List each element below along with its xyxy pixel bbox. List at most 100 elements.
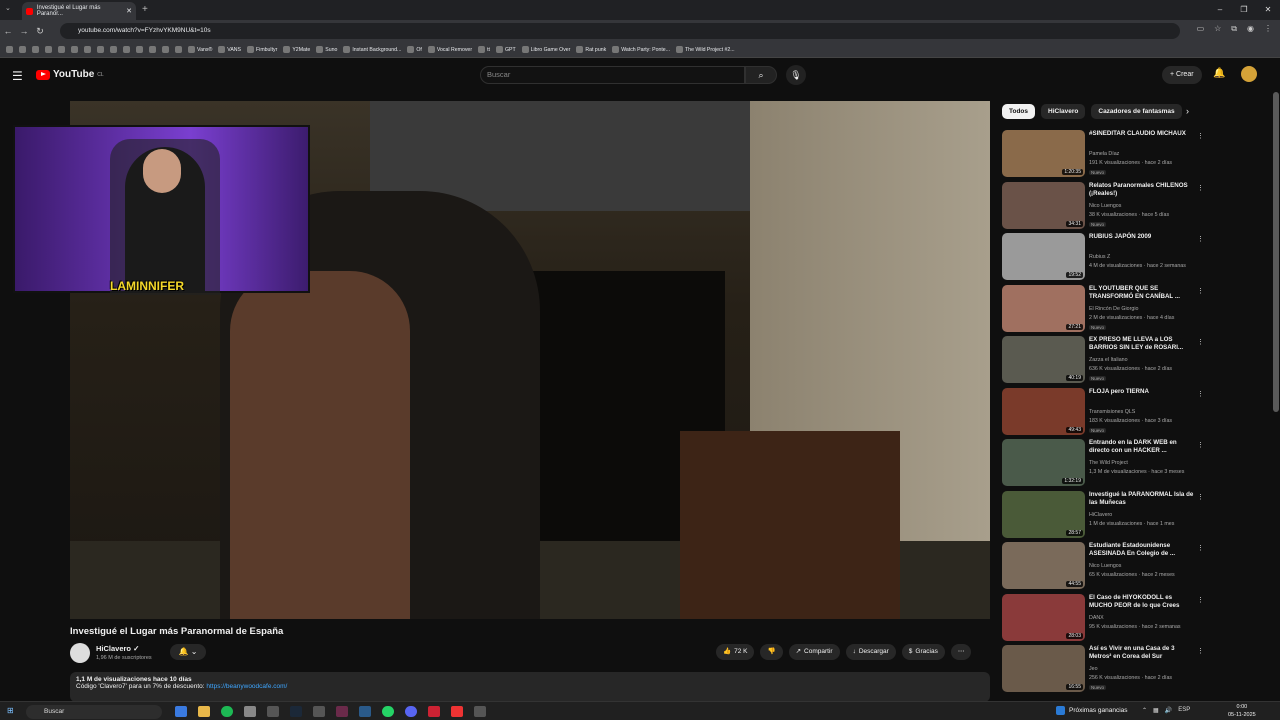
discord-icon[interactable] bbox=[405, 706, 417, 717]
back-icon[interactable]: ← bbox=[0, 26, 16, 36]
recommended-video[interactable]: 34:31 Relatos Paranormales CHILENOS (¡Rea… bbox=[1002, 181, 1204, 232]
bookmark-item[interactable]: Rat punk bbox=[576, 46, 606, 53]
notification-toggle-button[interactable]: 🔔 ⌄ bbox=[170, 644, 206, 660]
bookmark-item[interactable]: Fimbultyr bbox=[247, 46, 277, 53]
video-title[interactable]: Estudiante Estadounidense ASESINADA En C… bbox=[1089, 542, 1194, 558]
bookmark-item[interactable]: VANS bbox=[218, 46, 241, 53]
channel-name[interactable]: DANX bbox=[1089, 615, 1104, 621]
channel-name[interactable]: Nico Luengos bbox=[1089, 203, 1121, 209]
share-button[interactable]: ↗ Compartir bbox=[788, 644, 840, 660]
download-button[interactable]: ↓ Descargar bbox=[845, 644, 896, 660]
bookmark-icon[interactable] bbox=[45, 46, 52, 53]
bookmark-item[interactable]: Suno bbox=[316, 46, 337, 53]
bookmark-icon[interactable] bbox=[136, 46, 143, 53]
news-widget[interactable]: Próximas ganancias bbox=[1056, 706, 1128, 715]
video-thumbnail[interactable]: 1:20:35 bbox=[1002, 130, 1085, 177]
bookmark-icon[interactable] bbox=[19, 46, 26, 53]
more-options-icon[interactable]: ⋮ bbox=[1197, 235, 1204, 243]
video-thumbnail[interactable]: 1:32:19 bbox=[1002, 439, 1085, 486]
tray-chevron-icon[interactable]: ⌃ bbox=[1142, 707, 1147, 714]
channel-name[interactable]: Zazza el Italiano bbox=[1089, 357, 1128, 363]
filter-chip[interactable]: Todos bbox=[1002, 104, 1036, 119]
extensions-icon[interactable]: ⧉ bbox=[1231, 24, 1237, 34]
more-options-icon[interactable]: ⋮ bbox=[1197, 338, 1204, 346]
video-thumbnail[interactable]: 19:52 bbox=[1002, 233, 1085, 280]
bookmark-item[interactable]: Vocal Remover bbox=[427, 46, 472, 53]
new-tab-icon[interactable]: + bbox=[142, 4, 148, 15]
more-options-icon[interactable]: ⋮ bbox=[1197, 441, 1204, 449]
recommended-video[interactable]: 16:55 Así es Vivir en una Casa de 3 Metro… bbox=[1002, 645, 1204, 695]
video-thumbnail[interactable]: 28:03 bbox=[1002, 593, 1085, 641]
more-options-icon[interactable]: ⋮ bbox=[1197, 132, 1204, 140]
bookmark-item[interactable]: Vans® bbox=[188, 46, 212, 53]
recommended-video[interactable]: 28:03 El Caso de HIYOKODOLL es MUCHO PEOR… bbox=[1002, 593, 1204, 644]
app-icon[interactable] bbox=[474, 706, 486, 717]
video-title[interactable]: Entrando en la DARK WEB en directo con u… bbox=[1089, 439, 1194, 455]
bookmark-icon[interactable] bbox=[6, 46, 13, 53]
account-avatar[interactable] bbox=[1241, 66, 1257, 82]
channel-name[interactable]: El Rincón De Giorgio bbox=[1089, 306, 1138, 312]
video-thumbnail[interactable]: 34:31 bbox=[1002, 181, 1085, 229]
clock[interactable]: 0:00 05-11-2025 bbox=[1228, 703, 1256, 719]
maximize-icon[interactable]: ❐ bbox=[1232, 0, 1256, 20]
chevron-right-icon[interactable]: › bbox=[1186, 106, 1189, 116]
app-icon[interactable] bbox=[313, 706, 325, 717]
video-thumbnail[interactable]: 27:21 bbox=[1002, 284, 1085, 332]
menu-icon[interactable]: ☰ bbox=[12, 69, 23, 83]
close-window-icon[interactable]: ✕ bbox=[1256, 0, 1280, 20]
channel-avatar[interactable] bbox=[70, 643, 90, 663]
close-tab-icon[interactable]: ✕ bbox=[126, 7, 132, 15]
language-indicator[interactable]: ESP bbox=[1178, 707, 1190, 714]
recommended-video[interactable]: 1:32:19 Entrando en la DARK WEB en direct… bbox=[1002, 439, 1204, 489]
search-button[interactable]: ⌕ bbox=[745, 66, 777, 84]
spotify-icon[interactable] bbox=[221, 706, 233, 717]
app-icon[interactable] bbox=[336, 706, 348, 717]
video-title[interactable]: RUBIUS JAPÓN 2009 bbox=[1089, 233, 1194, 241]
network-icon[interactable]: ▦ bbox=[1153, 707, 1159, 714]
steam-icon[interactable] bbox=[290, 706, 302, 717]
bookmark-icon[interactable] bbox=[123, 46, 130, 53]
volume-icon[interactable]: 🔊 bbox=[1165, 707, 1172, 714]
recommended-video[interactable]: 27:21 EL YOUTUBER QUE SE TRANSFORMÓ EN CA… bbox=[1002, 284, 1204, 335]
cast-icon[interactable]: ▭ bbox=[1197, 24, 1205, 34]
more-options-icon[interactable]: ⋮ bbox=[1197, 184, 1204, 192]
more-actions-button[interactable]: ⋯ bbox=[950, 644, 972, 660]
browser-menu-icon[interactable]: ⋮ bbox=[1264, 24, 1272, 34]
forward-icon[interactable]: → bbox=[16, 26, 32, 36]
recommended-video[interactable]: 40:19 EX PRESO ME LLEVA a LOS BARRIOS SIN… bbox=[1002, 336, 1204, 386]
dislike-button[interactable]: 👎 bbox=[760, 644, 783, 660]
channel-name[interactable]: Pamela Díaz bbox=[1089, 151, 1119, 157]
channel-name[interactable]: The Wild Project bbox=[1089, 460, 1128, 466]
app-icon[interactable] bbox=[175, 706, 187, 717]
app-icon[interactable] bbox=[267, 706, 279, 717]
bookmark-icon[interactable] bbox=[32, 46, 39, 53]
promo-link[interactable]: https://beanywoodcafe.com/ bbox=[206, 683, 287, 690]
tab-search-icon[interactable]: ⌄ bbox=[5, 4, 11, 12]
bookmark-icon[interactable] bbox=[149, 46, 156, 53]
bookmark-icon[interactable] bbox=[71, 46, 78, 53]
more-options-icon[interactable]: ⋮ bbox=[1197, 647, 1204, 655]
channel-name[interactable]: Rubius Z bbox=[1089, 254, 1110, 260]
bookmark-icon[interactable] bbox=[175, 46, 182, 53]
filter-chip[interactable]: Cazadores de fantasmas bbox=[1091, 104, 1182, 119]
like-button[interactable]: 👍 72 K bbox=[716, 644, 755, 660]
create-button[interactable]: + Crear bbox=[1162, 66, 1202, 84]
notifications-bell-icon[interactable]: 🔔 bbox=[1213, 68, 1225, 79]
video-title[interactable]: Investigué la PARANORMAL Isla de las Muñ… bbox=[1089, 491, 1194, 507]
recommended-video[interactable]: 44:55 Estudiante Estadounidense ASESINADA… bbox=[1002, 542, 1204, 592]
bookmark-item[interactable]: GPT bbox=[495, 46, 516, 53]
video-title[interactable]: Así es Vivir en una Casa de 3 Metros² en… bbox=[1089, 645, 1194, 661]
youtube-logo[interactable]: YouTube CL bbox=[36, 69, 104, 80]
app-icon[interactable] bbox=[451, 706, 463, 717]
recommended-video[interactable]: 1:20:35 #SINEDITAR CLAUDIO MICHAUX Pamela … bbox=[1002, 130, 1204, 180]
chrome-icon[interactable] bbox=[244, 706, 256, 717]
bookmark-icon[interactable] bbox=[110, 46, 117, 53]
search-input[interactable]: Buscar bbox=[480, 66, 745, 84]
video-title[interactable]: EX PRESO ME LLEVA a LOS BARRIOS SIN LEY … bbox=[1089, 336, 1194, 352]
filter-chip[interactable]: HiClavero bbox=[1041, 104, 1086, 119]
reload-icon[interactable]: ↻ bbox=[32, 26, 48, 37]
video-title[interactable]: #SINEDITAR CLAUDIO MICHAUX bbox=[1089, 130, 1194, 138]
app-icon[interactable] bbox=[359, 706, 371, 717]
video-thumbnail[interactable]: 40:19 bbox=[1002, 336, 1085, 383]
more-options-icon[interactable]: ⋮ bbox=[1197, 390, 1204, 398]
